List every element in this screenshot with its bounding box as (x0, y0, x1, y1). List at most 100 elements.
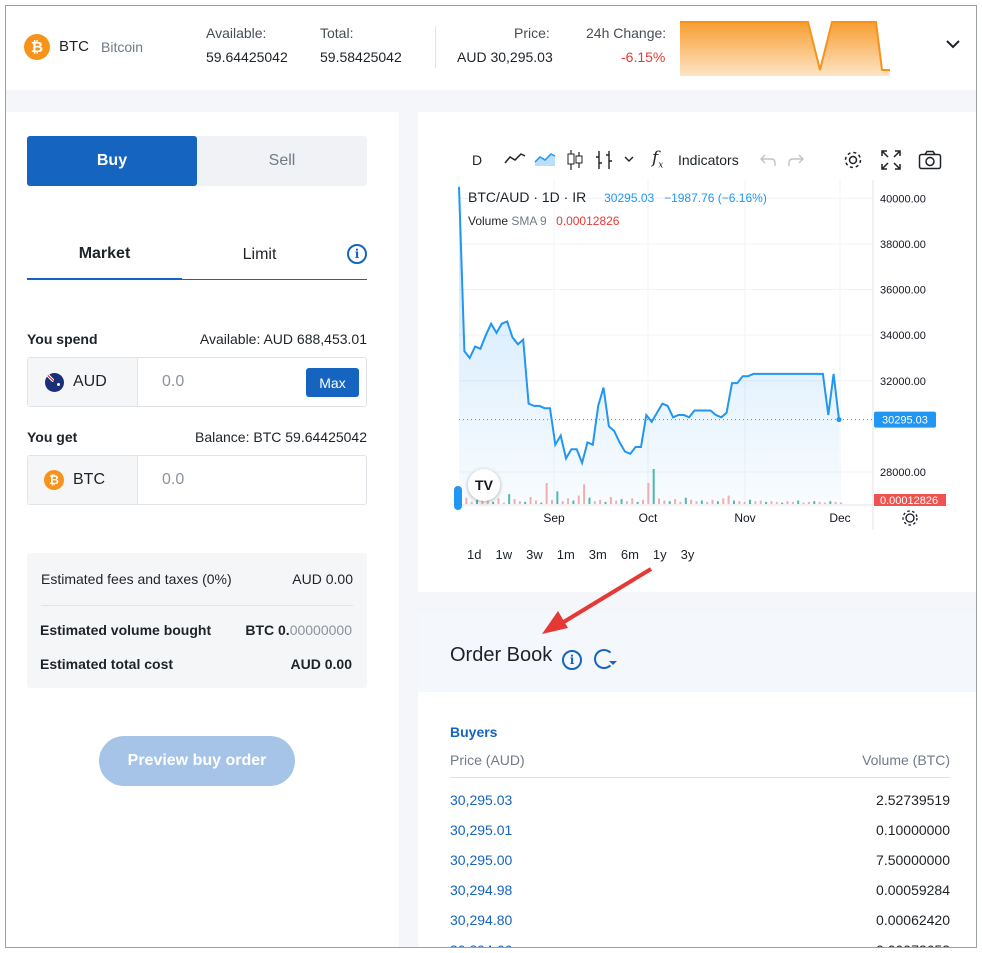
interval-button[interactable]: D (472, 152, 482, 168)
line-chart-icon[interactable] (504, 150, 526, 168)
candles-icon[interactable] (566, 149, 584, 171)
summary-divider (41, 605, 353, 606)
order-summary: Estimated fees and taxes (0%) AUD 0.00 E… (27, 553, 367, 688)
tab-market[interactable]: Market (27, 230, 182, 280)
volume-bar (615, 500, 618, 504)
range-6m[interactable]: 6m (621, 547, 639, 562)
spend-currency-selector[interactable]: AUD (28, 358, 138, 406)
spend-available: Available: AUD 688,453.01 (199, 331, 367, 347)
volume-tag-label: 0.00012826 (880, 495, 938, 507)
volume-bar (700, 500, 703, 504)
x-tick-label: Sep (543, 511, 565, 525)
order-book-title: Order Book (450, 644, 553, 666)
volume-bar (743, 501, 746, 504)
get-amount-input[interactable]: 0.0 (162, 471, 184, 489)
range-3w[interactable]: 3w (526, 547, 543, 562)
area-chart-icon[interactable] (534, 150, 556, 168)
price-chart[interactable]: 40000.00 38000.00 36000.00 34000.00 32000.00… (454, 180, 950, 542)
last-price: 30295.03 (604, 191, 655, 205)
trade-panel: Buy Sell Market Limit i You spend Availa… (6, 112, 399, 947)
range-selector: 1d 1w 3w 1m 3m 6m 1y 3y (467, 547, 708, 562)
get-currency-selector[interactable]: ₿ BTC (28, 456, 138, 504)
volume-bar (524, 501, 527, 504)
volume-bar (545, 483, 548, 504)
get-label: You get (27, 429, 78, 445)
volume-bar (572, 500, 575, 504)
coin-name: Bitcoin (101, 39, 144, 55)
camera-icon[interactable] (918, 150, 942, 170)
bitcoin-icon: ₿ (24, 34, 50, 60)
bid-price[interactable]: 30,295.00 (450, 852, 512, 868)
order-book-row[interactable]: 30,294.98 0.00059284 (450, 882, 950, 902)
range-1w[interactable]: 1w (495, 547, 512, 562)
info-icon[interactable]: i (347, 244, 367, 264)
volume-bar (690, 499, 693, 504)
x-tick-label: Oct (639, 511, 658, 525)
range-1d[interactable]: 1d (467, 547, 481, 562)
x-tick-label: Nov (734, 511, 755, 525)
price-sparkline (680, 21, 890, 76)
volume-bar (486, 500, 489, 504)
order-book-row[interactable]: 30,294.80 0.00062420 (450, 912, 950, 932)
max-button[interactable]: Max (306, 368, 359, 397)
volume-bar (770, 501, 773, 504)
chart-settings-icon[interactable] (902, 510, 918, 526)
bid-price[interactable]: 30,295.03 (450, 792, 512, 808)
info-icon[interactable]: i (562, 650, 582, 670)
volume-bar (658, 498, 661, 504)
tab-limit[interactable]: Limit (182, 230, 337, 280)
buy-button[interactable]: Buy (27, 136, 197, 186)
order-book-divider (450, 777, 950, 778)
bid-price[interactable]: 30,295.01 (450, 822, 512, 838)
volume-bar (497, 498, 500, 504)
gear-icon[interactable] (842, 149, 864, 171)
get-balance: Balance: BTC 59.64425042 (194, 429, 367, 445)
tradingview-logo-icon[interactable]: TV (468, 469, 500, 501)
cost-value: AUD 0.00 (290, 656, 352, 672)
price-tag-label: 30295.03 (882, 415, 928, 427)
range-1y[interactable]: 1y (653, 547, 667, 562)
fullscreen-icon[interactable] (881, 150, 901, 170)
order-book-row[interactable]: 30,295.03 2.52739519 (450, 792, 950, 812)
chevron-down-icon[interactable] (624, 156, 634, 164)
cost-label: Estimated total cost (40, 656, 174, 672)
last-price-dot (836, 417, 842, 423)
spend-amount-input[interactable]: 0.0 (162, 373, 184, 391)
volume-bar (840, 502, 842, 504)
volume-bar (679, 501, 682, 504)
compare-icon[interactable] (594, 149, 616, 171)
preview-buy-order-button[interactable]: Preview buy order (99, 736, 295, 786)
order-book-row[interactable]: 30,295.00 7.50000000 (450, 852, 950, 872)
volume-bar (749, 499, 752, 504)
volume-bar (722, 498, 725, 504)
indicators-button[interactable]: Indicators (678, 152, 739, 168)
range-3m[interactable]: 3m (589, 547, 607, 562)
order-book-panel: Order Book i Buyers Price (AUD) Volume (… (418, 612, 976, 947)
range-3y[interactable]: 3y (681, 547, 695, 562)
range-1m[interactable]: 1m (557, 547, 575, 562)
order-book-row[interactable]: 30,294.66 0.00072653 (450, 942, 950, 947)
volume-bar (534, 500, 537, 504)
undo-icon[interactable] (760, 153, 776, 167)
bid-price[interactable]: 30,294.80 (450, 912, 512, 928)
fx-icon[interactable]: fx (652, 148, 663, 170)
bid-price[interactable]: 30,294.98 (450, 882, 512, 898)
refresh-icon[interactable] (594, 649, 617, 669)
volume-label: Volume (468, 214, 509, 228)
price-value: AUD 30,295.03 (457, 49, 553, 65)
bid-volume: 2.52739519 (876, 792, 950, 808)
chevron-down-icon[interactable] (946, 36, 960, 54)
scroll-handle[interactable] (454, 486, 462, 510)
available-label: Available: (206, 25, 267, 41)
sell-button[interactable]: Sell (197, 136, 367, 186)
redo-icon[interactable] (788, 153, 804, 167)
order-book-row[interactable]: 30,295.01 0.10000000 (450, 822, 950, 842)
volume-bar (781, 502, 784, 504)
bid-price[interactable]: 30,294.66 (450, 942, 512, 947)
volume-bar (818, 501, 821, 504)
volume-bar (786, 501, 789, 504)
header-divider (435, 26, 436, 68)
volume-bar (593, 501, 596, 504)
volume-bar (652, 469, 655, 504)
available-value: 59.64425042 (206, 49, 288, 65)
